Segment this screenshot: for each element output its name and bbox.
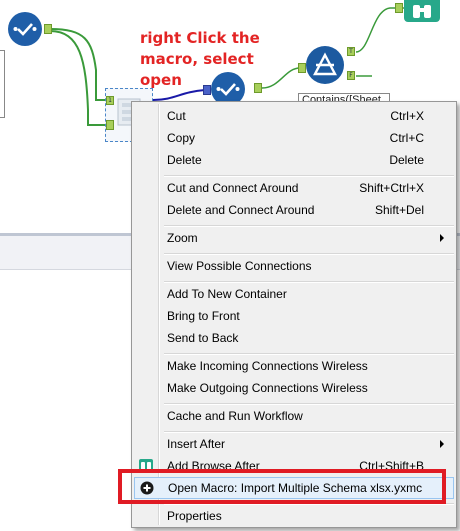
menu-item-copy[interactable]: Copy Ctrl+C — [134, 127, 454, 149]
instruction-annotation: right Click the macro, select open — [140, 29, 260, 89]
menu-item-shortcut: Ctrl+C — [389, 131, 424, 145]
browse-tool-icon[interactable] — [404, 0, 440, 22]
output-anchor[interactable] — [44, 24, 52, 34]
submenu-arrow-icon — [440, 234, 444, 242]
menu-item-label: Cache and Run Workflow — [167, 409, 303, 423]
macro-input-anchor-2[interactable] — [106, 120, 114, 130]
context-menu: Cut Ctrl+X Copy Ctrl+C Delete Delete Cut… — [131, 101, 457, 528]
menu-item-label: Zoom — [167, 231, 198, 245]
menu-item-label: Add To New Container — [167, 287, 287, 301]
menu-item-delete[interactable]: Delete Delete — [134, 149, 454, 171]
menu-item-view-possible-connections[interactable]: View Possible Connections — [134, 255, 454, 277]
menu-item-label: Cut and Connect Around — [167, 181, 299, 195]
menu-item-incoming-wireless[interactable]: Make Incoming Connections Wireless — [134, 355, 454, 377]
menu-item-label: Properties — [167, 509, 222, 523]
menu-item-label: Cut — [167, 109, 186, 123]
menu-item-outgoing-wireless[interactable]: Make Outgoing Connections Wireless — [134, 377, 454, 399]
filter-tool-icon[interactable] — [306, 46, 344, 84]
menu-item-insert-after[interactable]: Insert After — [134, 433, 454, 455]
select-tool-icon[interactable] — [8, 12, 42, 46]
canvas-box-edge — [0, 50, 5, 118]
menu-item-cache-and-run[interactable]: Cache and Run Workflow — [134, 405, 454, 427]
menu-item-shortcut: Shift+Del — [374, 203, 424, 217]
menu-item-cut[interactable]: Cut Ctrl+X — [134, 105, 454, 127]
menu-item-properties[interactable]: Properties — [134, 505, 454, 527]
menu-item-zoom[interactable]: Zoom — [134, 227, 454, 249]
menu-item-shortcut: Shift+Ctrl+X — [359, 181, 424, 195]
submenu-arrow-icon — [440, 440, 444, 448]
menu-item-cut-and-connect-around[interactable]: Cut and Connect Around Shift+Ctrl+X — [134, 177, 454, 199]
menu-item-shortcut: Ctrl+X — [390, 109, 424, 123]
macro-input-anchor[interactable]: 1 — [106, 96, 114, 105]
menu-item-shortcut: Delete — [389, 153, 424, 167]
filter-false-anchor[interactable]: F — [347, 71, 355, 80]
filter-true-anchor[interactable]: T — [347, 47, 355, 56]
menu-item-label: Insert After — [167, 437, 226, 451]
menu-item-label: View Possible Connections — [167, 259, 312, 273]
menu-item-label: Make Incoming Connections Wireless — [167, 359, 368, 373]
binoculars-icon — [413, 5, 431, 18]
menu-item-bring-to-front[interactable]: Bring to Front — [134, 305, 454, 327]
browse-input-anchor[interactable] — [395, 3, 403, 13]
checkmark-icon — [13, 23, 37, 36]
menu-item-label: Delete and Connect Around — [167, 203, 315, 217]
menu-item-label: Send to Back — [167, 331, 239, 345]
menu-item-send-to-back[interactable]: Send to Back — [134, 327, 454, 349]
menu-item-delete-and-connect-around[interactable]: Delete and Connect Around Shift+Del — [134, 199, 454, 221]
filter-icon — [313, 52, 337, 76]
menu-item-label: Make Outgoing Connections Wireless — [167, 381, 368, 395]
highlight-box — [118, 469, 446, 504]
menu-item-label: Bring to Front — [167, 309, 240, 323]
menu-item-add-to-new-container[interactable]: Add To New Container — [134, 283, 454, 305]
menu-item-label: Delete — [167, 153, 202, 167]
menu-item-label: Copy — [167, 131, 196, 145]
